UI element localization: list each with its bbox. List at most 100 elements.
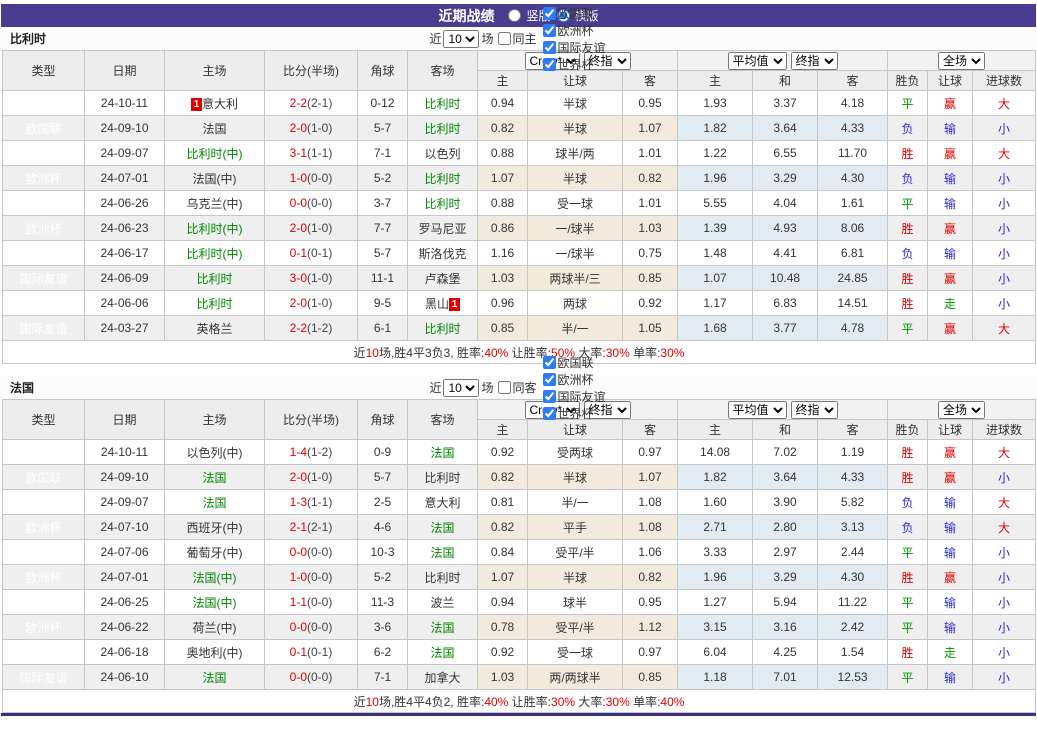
match-count-select[interactable]: 10 — [443, 379, 479, 397]
competition-checkbox-1[interactable] — [543, 24, 556, 37]
away-team: 法国 — [430, 621, 454, 635]
avg-away-odds: 4.18 — [818, 91, 888, 116]
competition-badge: 欧国联 — [3, 465, 85, 490]
handicap-away-odds: 0.85 — [623, 665, 678, 690]
home-team: 比利时 — [196, 272, 232, 286]
competition-filter-0[interactable]: 欧国联 — [541, 5, 606, 22]
result-wdl: 胜 — [888, 440, 928, 465]
competition-checkbox-0[interactable] — [543, 356, 556, 369]
away-team: 法国 — [430, 546, 454, 560]
odds-select-group: 平均值终指 — [678, 51, 888, 71]
avg-away-odds: 11.70 — [818, 141, 888, 166]
col-home: 主场 — [165, 51, 265, 91]
full-time-score: 2-2 — [290, 96, 307, 110]
avg-home-odds: 1.82 — [678, 116, 753, 141]
match-date: 24-09-10 — [85, 465, 165, 490]
same-venue-checkbox[interactable] — [498, 381, 511, 394]
summary-text: 近 — [354, 346, 366, 360]
match-row: 欧洲杯24-07-10西班牙(中)2-1(2-1)4-6法国0.82平手1.08… — [3, 515, 1036, 540]
final-index-select-2[interactable]: 终指 — [791, 52, 838, 70]
competition-filter-2[interactable]: 国际友谊 — [541, 39, 606, 56]
result-goals: 大 — [973, 141, 1036, 166]
match-row: 国际友谊24-06-09比利时3-0(1-0)11-1卢森堡1.03两球半/三0… — [3, 266, 1036, 291]
competition-filter-1[interactable]: 欧洲杯 — [541, 371, 606, 388]
competition-checkbox-2[interactable] — [543, 390, 556, 403]
full-match-select[interactable]: 全场 — [938, 52, 985, 70]
final-index-select-2[interactable]: 终指 — [791, 401, 838, 419]
competition-badge: 欧洲杯 — [3, 166, 85, 191]
away-team: 意大利 — [424, 496, 460, 510]
result-goals: 小 — [973, 540, 1036, 565]
away-team-cell: 卢森堡 — [408, 266, 478, 291]
competition-filter-3[interactable]: 世界杯 — [541, 405, 606, 422]
handicap-away-odds: 1.07 — [623, 465, 678, 490]
col-corner: 角球 — [358, 51, 408, 91]
home-team: 西班牙(中) — [187, 521, 243, 535]
full-time-score: 2-1 — [290, 520, 307, 534]
result-handicap: 走 — [928, 291, 973, 316]
handicap-home-odds: 1.03 — [478, 266, 528, 291]
avg-draw-odds: 10.48 — [753, 266, 818, 291]
home-team-cell: 法国(中) — [165, 590, 265, 615]
away-team: 比利时 — [424, 322, 460, 336]
home-team-cell: 以色列(中) — [165, 440, 265, 465]
full-time-score: 0-0 — [290, 545, 307, 559]
handicap-line: 平手 — [528, 515, 623, 540]
result-handicap: 赢 — [928, 91, 973, 116]
match-date: 24-06-22 — [85, 615, 165, 640]
summary-text: 单率: — [630, 695, 661, 709]
corner-score: 11-3 — [358, 590, 408, 615]
competition-filter-1[interactable]: 欧洲杯 — [541, 22, 606, 39]
filter-row: 比利时 近 10 场 同主 欧国联欧洲杯国际友谊世界杯 — [0, 27, 1037, 50]
match-count-select[interactable]: 10 — [443, 30, 479, 48]
competition-filter-0[interactable]: 欧国联 — [541, 354, 606, 371]
average-select[interactable]: 平均值 — [728, 52, 787, 70]
match-date: 24-06-18 — [85, 640, 165, 665]
match-score: 2-0(1-0) — [265, 116, 358, 141]
avg-home-odds: 14.08 — [678, 440, 753, 465]
average-select[interactable]: 平均值 — [728, 401, 787, 419]
competition-badge: 欧洲杯 — [3, 241, 85, 266]
avg-home-odds: 1.07 — [678, 266, 753, 291]
match-row: 欧国联24-09-07法国1-3(1-1)2-5意大利0.81半/一1.081.… — [3, 490, 1036, 515]
home-team: 法国 — [202, 471, 226, 485]
full-match-select[interactable]: 全场 — [938, 401, 985, 419]
competition-checkbox-1[interactable] — [543, 373, 556, 386]
competition-checkbox-0[interactable] — [543, 7, 556, 20]
avg-away-odds: 1.61 — [818, 191, 888, 216]
same-venue-filter[interactable]: 同主 — [496, 30, 537, 47]
half-time-score: (0-0) — [307, 620, 332, 634]
match-row: 欧国联24-09-07比利时(中)3-1(1-1)7-1以色列0.88球半/两1… — [3, 141, 1036, 166]
competition-checkbox-3[interactable] — [543, 58, 556, 71]
handicap-line: 受一球 — [528, 640, 623, 665]
avg-home-odds: 1.18 — [678, 665, 753, 690]
away-team: 罗马尼亚 — [418, 222, 466, 236]
corner-score: 7-7 — [358, 216, 408, 241]
away-team-cell: 波兰 — [408, 590, 478, 615]
avg-draw-odds: 3.29 — [753, 565, 818, 590]
competition-checkbox-2[interactable] — [543, 41, 556, 54]
col-avg-away: 客 — [818, 420, 888, 440]
summary-text: 10 — [366, 695, 379, 709]
match-score: 1-0(0-0) — [265, 166, 358, 191]
competition-filter-3[interactable]: 世界杯 — [541, 56, 606, 73]
competition-checkbox-3[interactable] — [543, 407, 556, 420]
home-team-cell: 法国 — [165, 490, 265, 515]
handicap-away-odds: 1.08 — [623, 490, 678, 515]
odds-select-group: 全场 — [888, 400, 1036, 420]
summary-row: 近10场,胜4平4负2, 胜率:40% 让胜率:30% 大率:30% 单率:40… — [3, 690, 1036, 713]
near-label: 近 — [429, 30, 441, 47]
same-venue-filter[interactable]: 同客 — [496, 379, 537, 396]
corner-score: 7-1 — [358, 665, 408, 690]
avg-home-odds: 1.96 — [678, 565, 753, 590]
full-time-score: 1-0 — [290, 570, 307, 584]
competition-filter-2[interactable]: 国际友谊 — [541, 388, 606, 405]
away-team: 斯洛伐克 — [418, 247, 466, 261]
same-venue-checkbox[interactable] — [498, 32, 511, 45]
home-team-cell: 奥地利(中) — [165, 640, 265, 665]
avg-draw-odds: 4.41 — [753, 241, 818, 266]
away-team-cell: 比利时 — [408, 191, 478, 216]
handicap-line: 半球 — [528, 565, 623, 590]
competition-badge: 欧洲杯 — [3, 615, 85, 640]
handicap-away-odds: 1.05 — [623, 316, 678, 341]
